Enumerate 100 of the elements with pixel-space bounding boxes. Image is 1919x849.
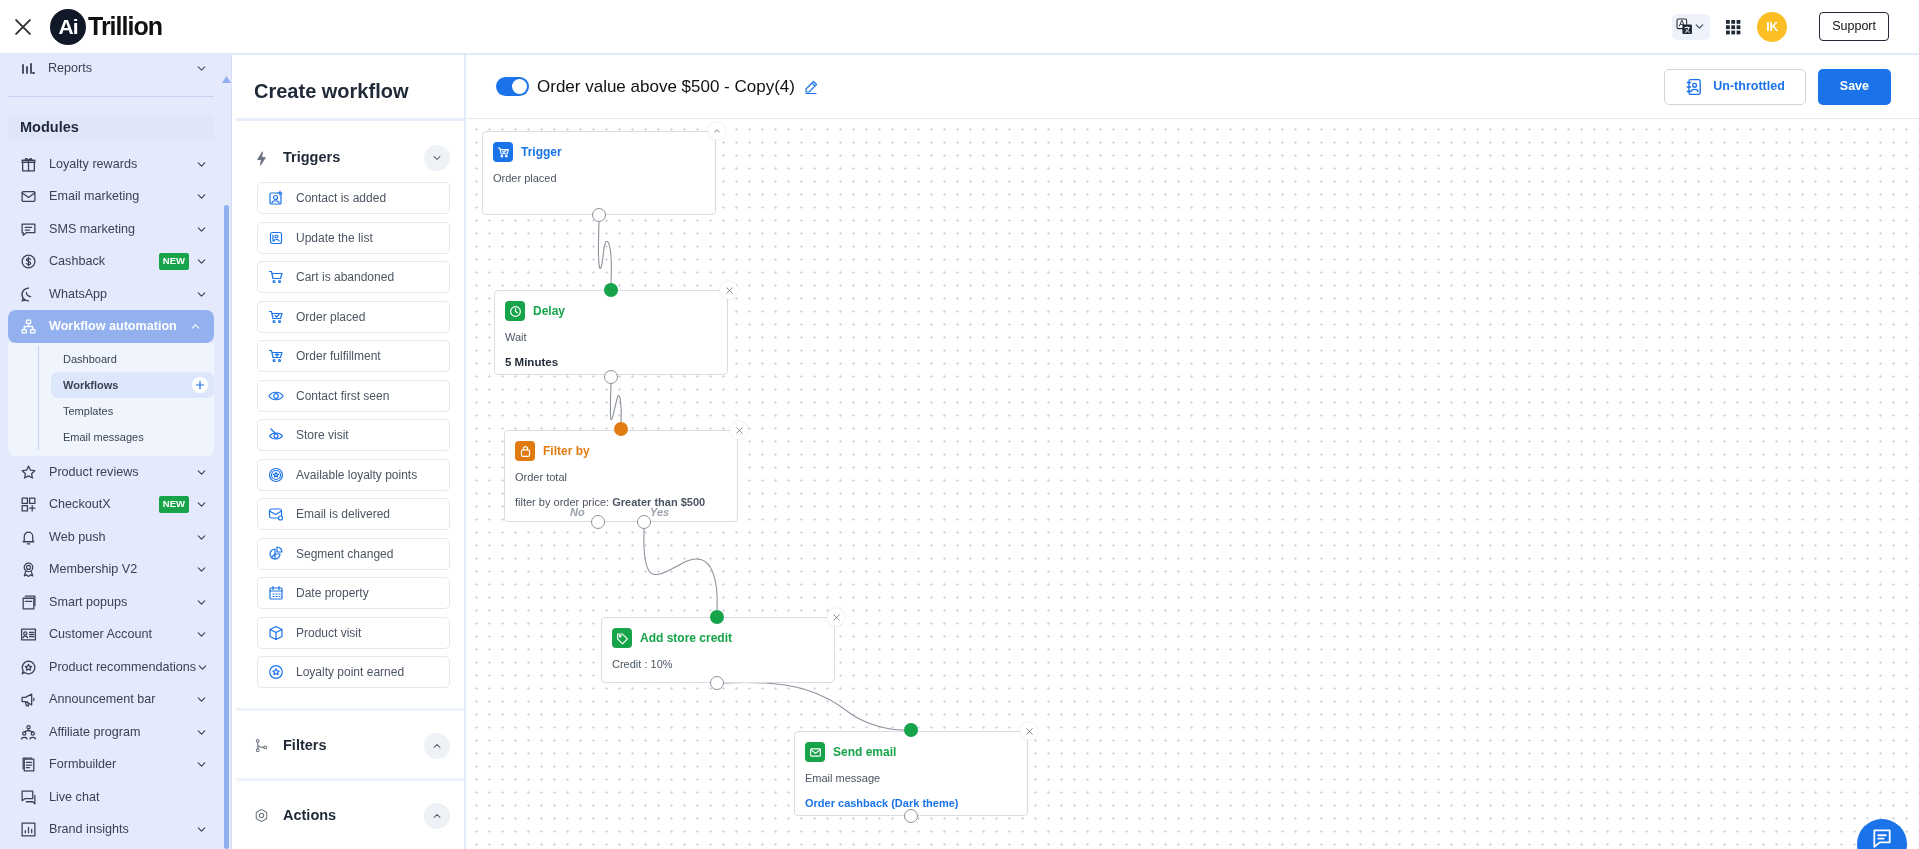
- delete-button[interactable]: [730, 421, 748, 439]
- node-text: Email message: [805, 771, 882, 786]
- throttle-button[interactable]: Un-throttled: [1664, 68, 1806, 105]
- output-port[interactable]: [710, 676, 724, 690]
- calendar-icon: [268, 585, 284, 601]
- trigger-item[interactable]: Order placed: [257, 300, 450, 333]
- submenu-item[interactable]: Workflows: [51, 371, 214, 398]
- trigger-item[interactable]: Order fulfillment: [257, 340, 450, 372]
- people-tree-icon: [20, 723, 37, 741]
- section-title: Triggers: [283, 148, 342, 168]
- node-text: 5 Minutes: [505, 354, 560, 370]
- section-title: Filters: [283, 735, 328, 755]
- logo-text: Trillion: [88, 10, 162, 42]
- trigger-item[interactable]: Contact first seen: [257, 379, 450, 412]
- plus-icon: [194, 378, 206, 391]
- submenu-item[interactable]: Dashboard: [51, 345, 214, 372]
- id-card-icon: [20, 626, 37, 643]
- pie-chart-icon: [268, 545, 284, 562]
- lightning-icon: [254, 150, 269, 166]
- scroll-up-arrow-icon[interactable]: [222, 76, 231, 84]
- envelope-icon: [20, 188, 37, 205]
- input-port[interactable]: [710, 610, 724, 624]
- output-port[interactable]: [591, 515, 605, 529]
- pencil-icon: [803, 79, 819, 96]
- cart-check-icon: [268, 308, 284, 325]
- grid-plus-icon: [20, 496, 37, 513]
- chat-star-icon: [20, 658, 37, 676]
- input-port[interactable]: [604, 283, 618, 297]
- trigger-item[interactable]: Available loyalty points: [257, 458, 450, 491]
- window-icon: [20, 593, 37, 611]
- dollar-coin-icon: [20, 253, 37, 270]
- sidebar-item[interactable]: Product reviews: [0, 455, 222, 489]
- sidebar-item[interactable]: Live chat: [0, 780, 222, 814]
- sidebar-item[interactable]: Announcement bar: [0, 683, 222, 716]
- input-port[interactable]: [614, 422, 628, 436]
- trigger-item[interactable]: Update the list: [257, 221, 450, 254]
- output-port[interactable]: [604, 370, 618, 384]
- output-port[interactable]: [904, 809, 918, 823]
- trigger-item[interactable]: Date property: [257, 577, 450, 609]
- node-text: Credit : 10%: [612, 657, 674, 672]
- connector-line: [609, 383, 622, 423]
- close-icon: [734, 425, 744, 435]
- node-text: Order placed: [493, 171, 558, 186]
- node-title: Trigger: [521, 144, 562, 161]
- hierarchy-icon: [20, 318, 37, 335]
- sidebar-item[interactable]: Brand insights: [0, 813, 222, 846]
- sidebar-item[interactable]: Customer Account: [0, 618, 222, 651]
- branch-icon: [254, 738, 269, 753]
- new-tag: NEW: [158, 253, 189, 270]
- delete-button[interactable]: [720, 281, 738, 299]
- cart-icon: [268, 269, 284, 285]
- sidebar-item[interactable]: Membership V2: [0, 553, 222, 586]
- trigger-item[interactable]: Loyalty point earned: [257, 656, 450, 688]
- branch-label: Yes: [650, 506, 670, 520]
- sidebar-item[interactable]: Web push: [0, 520, 222, 554]
- branch-label: No: [570, 506, 585, 520]
- workflow-node[interactable]: Add store credit Credit : 10%: [601, 617, 835, 683]
- sidebar-item[interactable]: WhatsApp: [0, 277, 222, 311]
- chat-icon: [20, 788, 37, 806]
- sidebar-item[interactable]: CheckoutX NEW: [0, 488, 222, 521]
- trigger-item[interactable]: Product visit: [257, 616, 450, 649]
- trigger-item[interactable]: Cart is abandoned: [257, 261, 450, 293]
- submenu-item[interactable]: Email messages: [51, 423, 214, 450]
- sidebar-item[interactable]: Email marketing: [0, 180, 222, 213]
- workflow-node[interactable]: Trigger Order placed: [482, 131, 716, 215]
- save-button[interactable]: Save: [1817, 68, 1891, 105]
- logo-mark: Ai: [50, 8, 86, 45]
- sidebar-item[interactable]: Cashback NEW: [0, 245, 222, 278]
- workflow-node[interactable]: Send email Email message Order cashback (Dark theme): [794, 731, 1028, 816]
- delete-button[interactable]: [827, 608, 845, 626]
- sidebar-item[interactable]: Affiliate program: [0, 715, 222, 749]
- sidebar-item[interactable]: Reports: [0, 55, 222, 81]
- trigger-item[interactable]: Store visit: [257, 419, 450, 451]
- node-text: Order cashback (Dark theme): [805, 795, 960, 811]
- submenu-item[interactable]: Templates: [51, 397, 214, 424]
- sidebar-item[interactable]: Formbuilder: [0, 748, 222, 781]
- output-port[interactable]: [592, 208, 606, 222]
- workflow-node[interactable]: Delay Wait 5 Minutes: [494, 290, 728, 375]
- trigger-item[interactable]: Segment changed: [257, 537, 450, 570]
- panel-title: Create workflow: [236, 55, 464, 121]
- input-port[interactable]: [904, 723, 918, 737]
- star-icon: [20, 463, 37, 481]
- bar-chart-icon: [20, 821, 37, 838]
- toggle-switch[interactable]: [496, 77, 529, 96]
- sidebar-item[interactable]: Product recommendations: [0, 650, 222, 684]
- trigger-item[interactable]: Contact is added: [257, 182, 450, 214]
- section-heading: Modules: [8, 115, 214, 140]
- new-tag: NEW: [158, 496, 189, 513]
- sidebar-item[interactable]: SMS marketing: [0, 212, 222, 246]
- language-button[interactable]: [1672, 13, 1711, 40]
- scrollbar-thumb[interactable]: [224, 205, 229, 849]
- output-port[interactable]: [637, 515, 651, 529]
- trigger-item[interactable]: Email is delivered: [257, 498, 450, 530]
- section-title: Actions: [283, 805, 338, 825]
- sidebar-item[interactable]: Loyalty rewards: [0, 147, 222, 181]
- sidebar-item[interactable]: Smart popups: [0, 585, 222, 619]
- user-add-icon: [268, 190, 284, 206]
- support-button[interactable]: Support: [1819, 12, 1889, 41]
- apps-grid-icon: [1726, 19, 1742, 35]
- delete-button[interactable]: [1020, 722, 1038, 740]
